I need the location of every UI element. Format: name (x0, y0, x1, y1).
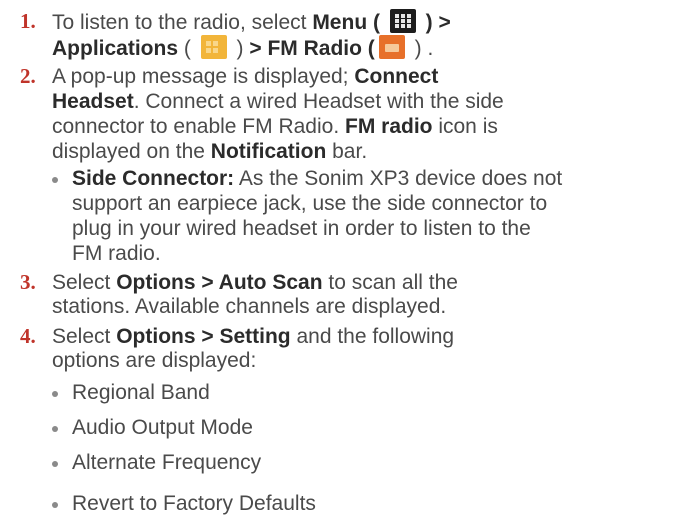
side-connector-bullet: Side Connector: As the Sonim XP3 device … (52, 167, 672, 267)
step-number: 1. (20, 9, 36, 33)
document-page: 1. To listen to the radio, select Menu (… (0, 0, 679, 529)
step-1-line-1: To listen to the radio, select Menu ( ) … (52, 9, 451, 34)
step-2-line-2: Headset. Connect a wired Headset with th… (52, 90, 504, 113)
menu-grid-icon (389, 9, 416, 33)
step-1-line-2: Applications ( ) > FM Radio ( ) . (52, 35, 434, 60)
bullet-dot (52, 177, 58, 183)
side-connector-label: Side Connector: (72, 167, 235, 190)
setting-path: Options > Setting (116, 325, 291, 348)
fm-radio-icon (378, 35, 405, 59)
applications-label: Applications (52, 37, 179, 60)
applications-icon (200, 35, 227, 59)
menu-label: Menu (312, 11, 368, 34)
step-number: 2. (20, 64, 36, 88)
step-number: 4. (20, 324, 36, 348)
step-2-line-3: connector to enable FM Radio. FM radio i… (52, 115, 498, 138)
step-2-line-4: displayed on the Notification bar. (52, 140, 368, 163)
step-number: 3. (20, 270, 36, 294)
auto-scan-path: Options > Auto Scan (116, 271, 323, 294)
step-2-line-1: A pop-up message is displayed; Connect (52, 65, 439, 88)
fm-radio-label: > FM Radio (249, 37, 362, 60)
